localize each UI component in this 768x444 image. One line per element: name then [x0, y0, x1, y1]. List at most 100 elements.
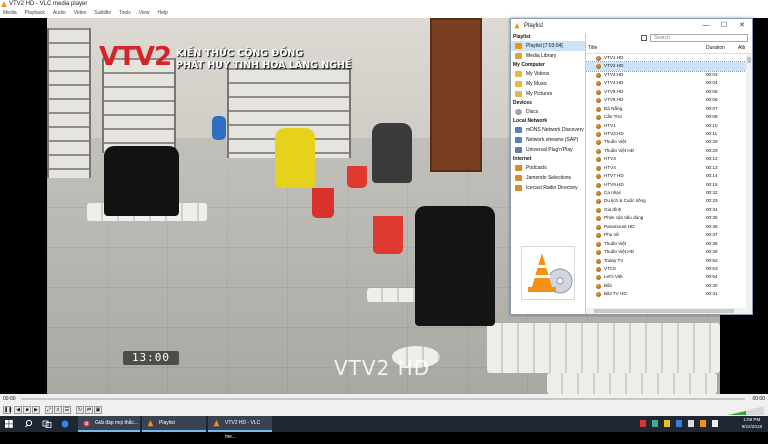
- menu-media[interactable]: Media: [3, 9, 17, 18]
- edge-icon[interactable]: [60, 416, 70, 432]
- row-title: Thuần Việt HD: [604, 147, 635, 153]
- windows-start-icon[interactable]: [4, 416, 14, 432]
- sidebar-item-mdns[interactable]: mDNS Network Discovery: [511, 125, 585, 135]
- playlist-row[interactable]: Bibi TV HD 00:31: [586, 290, 746, 298]
- playlist-row[interactable]: Thuần Việt 00:38: [586, 240, 746, 248]
- next-button[interactable]: ▶: [32, 406, 40, 414]
- playlist-row[interactable]: Thuần Việt 00:28: [586, 138, 746, 146]
- tray-app-icon[interactable]: [652, 420, 658, 427]
- playlist-row[interactable]: Let's Việt 00:54: [586, 273, 746, 281]
- playlist-row[interactable]: Gia đình 00:34: [586, 206, 746, 214]
- stop-button[interactable]: ■: [23, 406, 31, 414]
- loop-button[interactable]: ↻: [76, 406, 84, 414]
- sidebar-item-upnp[interactable]: Universal Plug'n'Play: [511, 145, 585, 155]
- playlist-row[interactable]: Thuần Việt HD 00:29: [586, 147, 746, 155]
- playlist-row[interactable]: HTV9 HD 00:15: [586, 181, 746, 189]
- column-album[interactable]: Alb: [738, 44, 745, 53]
- menu-subtitle[interactable]: Subtitle: [94, 9, 111, 18]
- tray-app-icon[interactable]: [676, 420, 682, 427]
- sidebar-item-my-music[interactable]: My Music: [511, 79, 585, 89]
- previous-button[interactable]: ◀: [14, 406, 22, 414]
- sidebar-item-jamendo[interactable]: Jamendo Selections: [511, 173, 585, 183]
- playlist-row[interactable]: Du lịch & Cuộc sống 00:33: [586, 197, 746, 205]
- search-input[interactable]: Search: [650, 34, 748, 42]
- playlist-row[interactable]: HTV7 HD 00:14: [586, 172, 746, 180]
- playlist-row[interactable]: Today TV 00:52: [586, 257, 746, 265]
- keyboard-icon[interactable]: [712, 420, 718, 427]
- task-playlist[interactable]: Playlist: [142, 416, 206, 432]
- playlist-row[interactable]: Cần Thơ 00:08: [586, 113, 746, 121]
- playlist-title-bar[interactable]: Playlist — ☐ ✕: [511, 19, 752, 33]
- playlist-row[interactable]: VTV5 HD 00:05: [586, 88, 746, 96]
- task-vlc[interactable]: VTV2 HD - VLC me...: [208, 416, 272, 440]
- row-title: HTV4: [604, 164, 616, 170]
- playlist-row[interactable]: Phụ nữ 00:37: [586, 231, 746, 239]
- playlist-row[interactable]: Đà Nẵng 00:07: [586, 105, 746, 113]
- search-icon[interactable]: [24, 416, 34, 432]
- sidebar-item-media-library[interactable]: Media Library: [511, 51, 585, 61]
- sidebar-item-sap[interactable]: Network streams (SAP): [511, 135, 585, 145]
- tray-app-icon[interactable]: [664, 420, 670, 427]
- task-view-icon[interactable]: [42, 416, 52, 432]
- playlist-row[interactable]: VTV2 HD: [586, 61, 746, 72]
- menu-help[interactable]: Help: [158, 9, 168, 18]
- playlist-row[interactable]: VTV4 HD 00:04: [586, 79, 746, 87]
- sidebar-item-discs[interactable]: Discs: [511, 107, 585, 117]
- task-chrome[interactable]: Giải đáp mọi thắc...: [78, 416, 140, 432]
- close-button[interactable]: ✕: [733, 19, 751, 33]
- sidebar-item-podcasts[interactable]: Podcasts: [511, 163, 585, 173]
- playlist-row[interactable]: VTV1 HD: [586, 54, 746, 62]
- playlist-horizontal-scrollbar[interactable]: [586, 308, 752, 314]
- minimize-button[interactable]: —: [697, 19, 715, 33]
- playlist-row[interactable]: VTV6 HD 00:06: [586, 96, 746, 104]
- playlist-row[interactable]: HTV2 HD 00:11: [586, 130, 746, 138]
- sidebar-header-playlist: Playlist: [513, 34, 531, 40]
- pause-button[interactable]: ❚❚: [3, 406, 12, 414]
- playlist-rows: VTV1 HD VTV2 HD VTV3 HD 00:03 VTV4 HD 00:04 VT…: [586, 54, 746, 308]
- column-duration[interactable]: Duration: [706, 44, 725, 53]
- playlist-vertical-scrollbar[interactable]: [746, 54, 752, 308]
- playlist-row[interactable]: Ca nhạc 00:32: [586, 189, 746, 197]
- playlist-sidebar: Playlist Playlist [7:03:04] Media Librar…: [511, 33, 586, 314]
- playlist-row[interactable]: HTV1 00:10: [586, 122, 746, 130]
- playlist-row[interactable]: VTC6 00:53: [586, 265, 746, 273]
- tray-app-icon[interactable]: [640, 420, 646, 427]
- sidebar-item-playlist[interactable]: Playlist [7:03:04]: [511, 41, 585, 51]
- video-water-jug: [212, 116, 226, 140]
- playlist-button[interactable]: ☰: [63, 406, 71, 414]
- menu-video[interactable]: Video: [74, 9, 87, 18]
- sidebar-item-my-videos[interactable]: My Videos: [511, 69, 585, 79]
- frame-button[interactable]: ▣: [94, 406, 102, 414]
- playlist-row[interactable]: VTV3 HD 00:03: [586, 71, 746, 79]
- scrollbar-thumb[interactable]: [594, 309, 734, 313]
- row-title: VTV5 HD: [604, 88, 624, 94]
- playlist-row[interactable]: Phim cận tiêu dùng 00:35: [586, 214, 746, 222]
- playlist-row[interactable]: HTV4 00:13: [586, 164, 746, 172]
- view-mode-button[interactable]: [641, 35, 647, 41]
- playlist-row[interactable]: Thuần Việt HD 00:39: [586, 248, 746, 256]
- taskbar-clock[interactable]: 1:08 PM 9/22/2018: [742, 417, 762, 430]
- sidebar-item-icecast[interactable]: Icecast Radio Directory: [511, 183, 585, 193]
- total-time[interactable]: 00:00: [752, 394, 765, 404]
- menu-audio[interactable]: Audio: [53, 9, 66, 18]
- scrollbar-thumb[interactable]: [747, 57, 751, 63]
- maximize-button[interactable]: ☐: [715, 19, 733, 33]
- menu-tools[interactable]: Tools: [119, 9, 131, 18]
- extended-settings-button[interactable]: ≡: [54, 406, 62, 414]
- elapsed-time[interactable]: 00:00: [3, 394, 16, 404]
- vlc-art-placeholder: [521, 246, 575, 300]
- playlist-row[interactable]: Bibi 00:30: [586, 282, 746, 290]
- menu-playback[interactable]: Playback: [25, 9, 45, 18]
- vlc-cone-icon[interactable]: [700, 420, 706, 427]
- playlist-row[interactable]: Paramount HD 00:36: [586, 223, 746, 231]
- task-label: VTV2 HD - VLC me...: [225, 420, 261, 440]
- shuffle-button[interactable]: ⇄: [85, 406, 93, 414]
- seek-slider[interactable]: [21, 398, 745, 400]
- sidebar-item-my-pictures[interactable]: My Pictures: [511, 89, 585, 99]
- column-title[interactable]: Title: [588, 44, 597, 53]
- menu-view[interactable]: View: [139, 9, 150, 18]
- network-icon[interactable]: [688, 420, 694, 427]
- fullscreen-button[interactable]: ⤢: [45, 406, 53, 414]
- volume-slider[interactable]: [728, 406, 764, 415]
- playlist-row[interactable]: HTV3 00:12: [586, 155, 746, 163]
